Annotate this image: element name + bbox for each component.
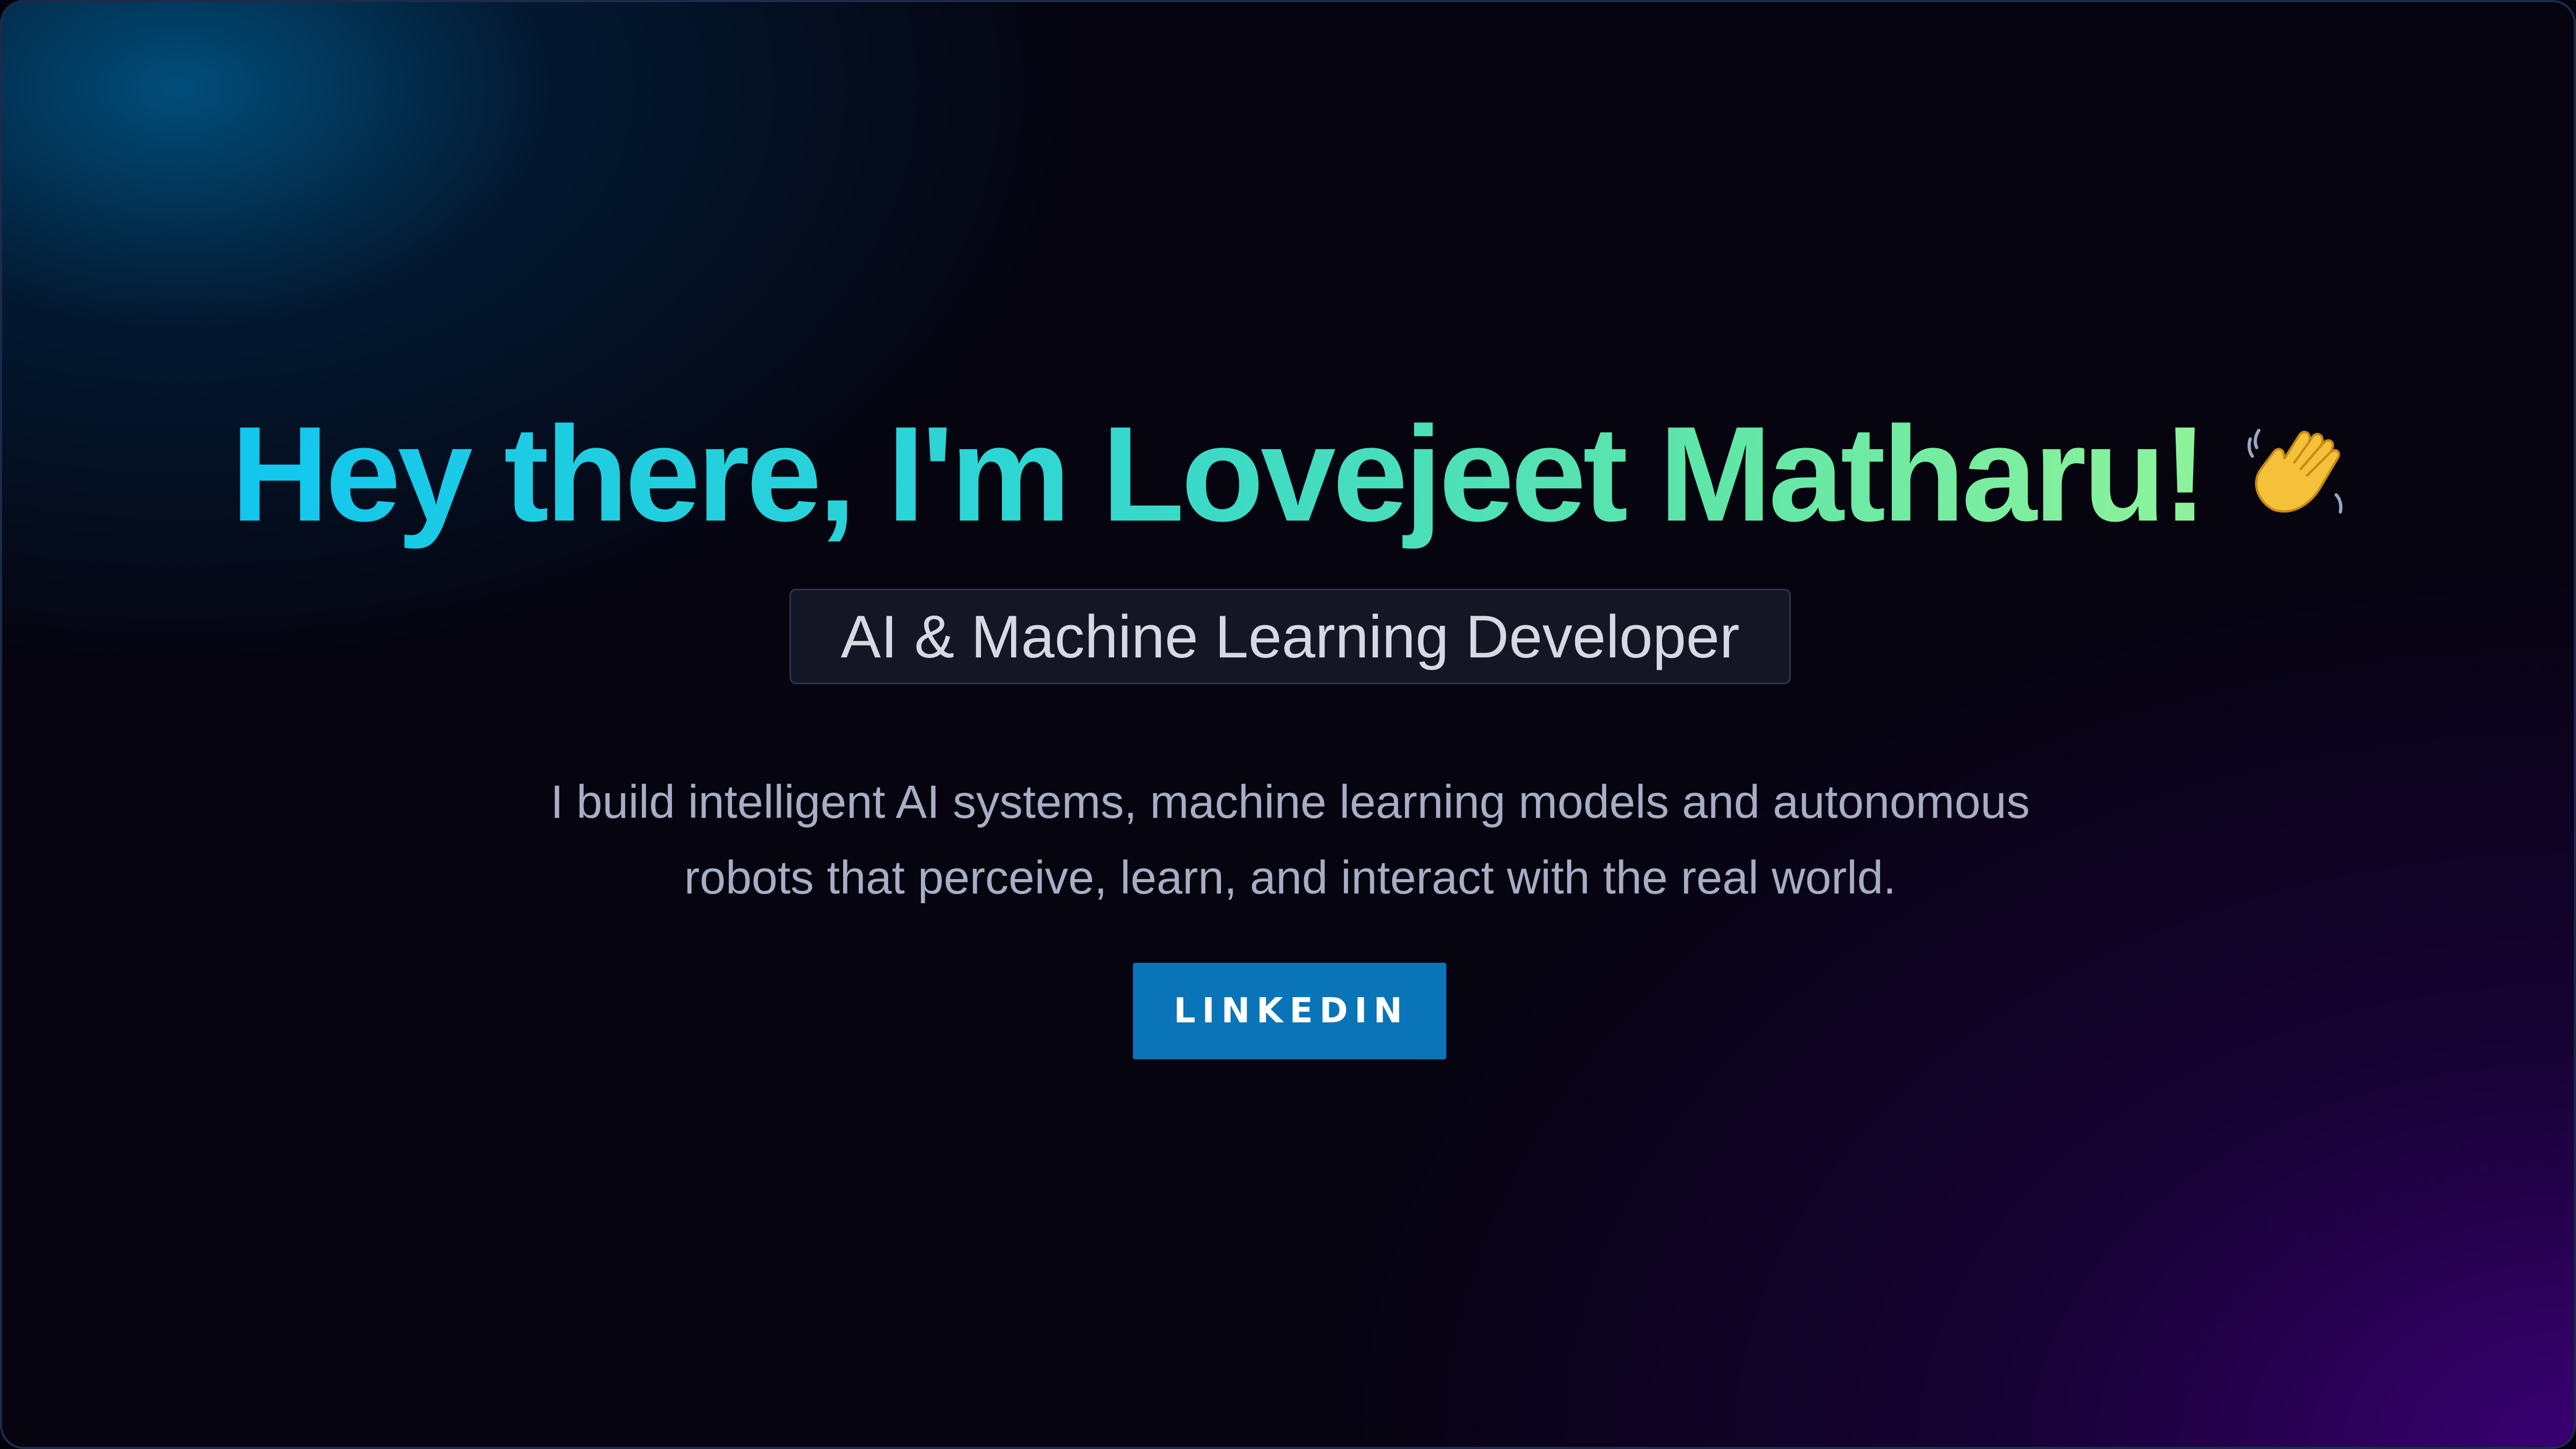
bio-line: I build intelligent AI systems, machine … xyxy=(550,776,2030,828)
bio-paragraph: I build intelligent AI systems, machine … xyxy=(431,764,2149,916)
hero-headline: Hey there, I'm Lovejeet Matharu! xyxy=(2,389,2574,562)
linkedin-button[interactable]: LINKEDIN xyxy=(1133,963,1446,1059)
waving-hand-icon xyxy=(2242,391,2349,562)
role-badge: AI & Machine Learning Developer xyxy=(789,589,1791,684)
bio-line: robots that perceive, learn, and interac… xyxy=(684,852,1897,904)
hero-section: Hey there, I'm Lovejeet Matharu! AI & Ma… xyxy=(0,0,2576,1449)
headline-text: Hey there, I'm Lovejeet Matharu! xyxy=(231,399,2208,550)
